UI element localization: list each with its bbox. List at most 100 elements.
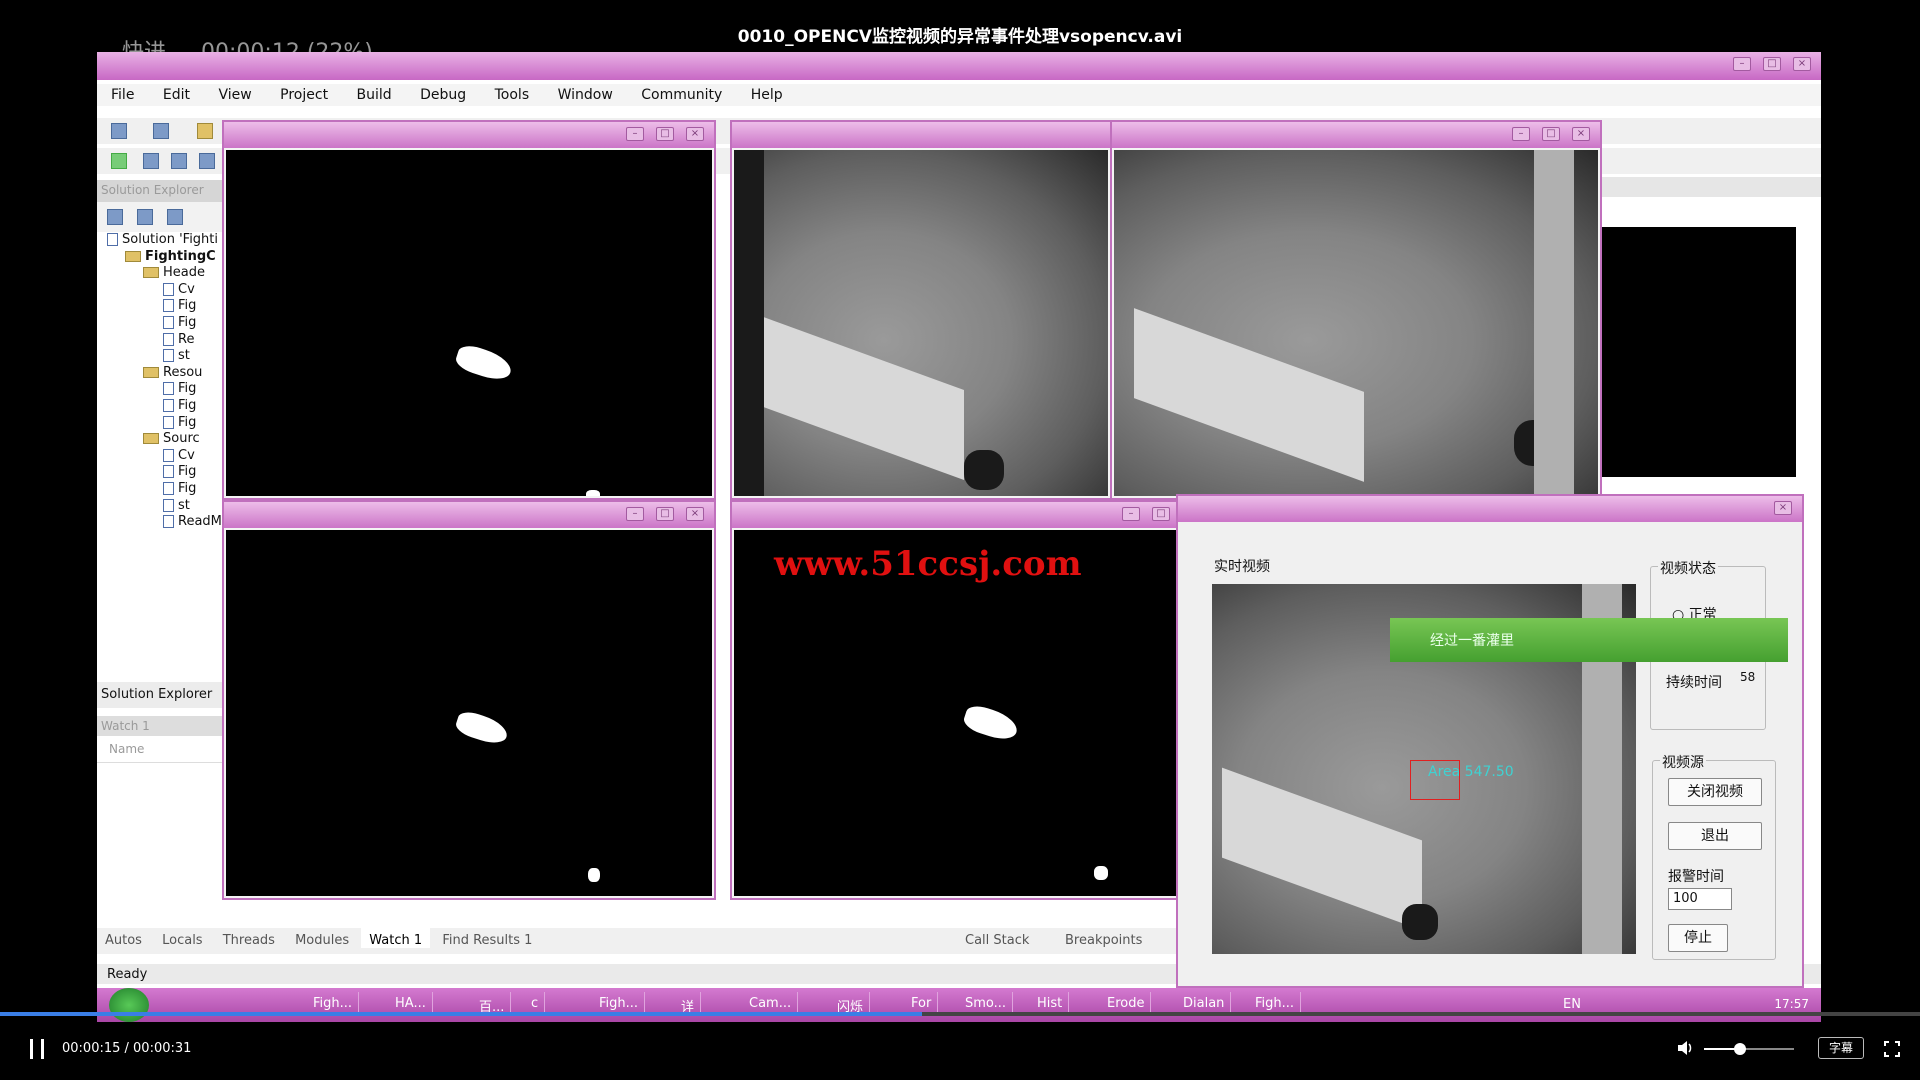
tree-item-folder[interactable]: Sourc xyxy=(143,431,200,446)
foreground-mask-window-3[interactable]: – □ www.51ccsj.com xyxy=(730,500,1182,900)
tree-item-file[interactable]: Fig xyxy=(163,481,196,496)
file-icon xyxy=(163,498,174,512)
tree-item-file[interactable]: Re xyxy=(163,332,194,347)
close-video-button[interactable]: 关闭视频 xyxy=(1668,778,1762,806)
tree-item-file[interactable]: Fig xyxy=(163,415,196,430)
close-icon[interactable]: × xyxy=(686,127,704,141)
tree-item-file[interactable]: Fig xyxy=(163,298,196,313)
mask-image xyxy=(226,150,712,496)
menu-build[interactable]: Build xyxy=(357,87,392,103)
close-icon[interactable]: × xyxy=(1793,57,1811,71)
add-item-icon[interactable] xyxy=(153,123,169,139)
minimize-icon[interactable]: – xyxy=(626,507,644,521)
fullscreen-icon[interactable] xyxy=(1884,1041,1900,1057)
subtitle-button[interactable]: 字幕 xyxy=(1818,1037,1864,1059)
exit-button[interactable]: 退出 xyxy=(1668,822,1762,850)
window-title-bar xyxy=(732,122,1110,148)
volume-knob[interactable] xyxy=(1734,1043,1746,1055)
tree-item-file[interactable]: Fig xyxy=(163,315,196,330)
alarm-time-input[interactable]: 100 xyxy=(1668,888,1732,910)
tab-autos[interactable]: Autos xyxy=(97,928,150,948)
tree-item-file[interactable]: st xyxy=(163,498,190,513)
tree-item-label: st xyxy=(178,497,190,513)
stop-button[interactable]: 停止 xyxy=(1668,924,1728,952)
notification-toast[interactable]: 经过一番灌里 xyxy=(1390,618,1788,662)
tree-item-folder[interactable]: Resou xyxy=(143,365,202,380)
camera-image xyxy=(1114,150,1598,496)
tree-item-project[interactable]: FightingC xyxy=(125,249,216,264)
file-icon xyxy=(163,282,174,296)
tree-item-file[interactable]: Fig xyxy=(163,464,196,479)
tree-item-file[interactable]: ReadM xyxy=(163,514,222,529)
maximize-icon[interactable]: □ xyxy=(1763,57,1781,71)
tree-item-solution[interactable]: Solution 'Fighti xyxy=(107,232,218,247)
tab-modules[interactable]: Modules xyxy=(287,928,357,948)
folder-icon xyxy=(143,267,159,279)
tree-item-label: Fig xyxy=(178,398,197,413)
tree-item-file[interactable]: Cv xyxy=(163,448,195,463)
maximize-icon[interactable]: □ xyxy=(1542,127,1560,141)
close-icon[interactable]: × xyxy=(1774,501,1792,515)
tree-item-label: Cv xyxy=(178,281,195,297)
menu-debug[interactable]: Debug xyxy=(420,87,466,103)
language-indicator[interactable]: EN xyxy=(1563,997,1581,1012)
menu-window[interactable]: Window xyxy=(558,87,613,103)
refresh-icon[interactable] xyxy=(167,209,183,225)
tab-locals[interactable]: Locals xyxy=(154,928,210,948)
minimize-icon[interactable]: – xyxy=(626,127,644,141)
foreground-mask-window-2[interactable]: – □ × xyxy=(222,500,716,900)
menu-community[interactable]: Community xyxy=(641,87,722,103)
restart-icon[interactable] xyxy=(199,153,215,169)
volume-slider[interactable] xyxy=(1704,1043,1794,1055)
monitor-dialog[interactable]: × 实时视频 Area 547.50 视频状态 ○ 正常 持续时间 58 视频源… xyxy=(1176,494,1804,988)
solution-explorer-tab[interactable]: Solution Explorer xyxy=(97,682,222,708)
menu-tools[interactable]: Tools xyxy=(495,87,530,103)
show-all-files-icon[interactable] xyxy=(137,209,153,225)
minimize-icon[interactable]: – xyxy=(1122,507,1140,521)
menu-file[interactable]: File xyxy=(111,87,134,103)
new-project-icon[interactable] xyxy=(111,123,127,139)
tab-call-stack[interactable]: Call Stack xyxy=(957,928,1037,948)
watch-name-column: Name xyxy=(97,736,222,763)
file-icon xyxy=(163,448,174,462)
file-icon xyxy=(163,299,174,313)
tab-threads[interactable]: Threads xyxy=(215,928,283,948)
pause-icon[interactable] xyxy=(28,1039,46,1059)
maximize-icon[interactable]: □ xyxy=(656,127,674,141)
start-button[interactable] xyxy=(109,988,149,1022)
menu-bar: File Edit View Project Build Debug Tools… xyxy=(97,84,1821,106)
open-folder-icon[interactable] xyxy=(197,123,213,139)
tree-item-file[interactable]: Fig xyxy=(163,381,196,396)
tree-item-file[interactable]: Fig xyxy=(163,398,196,413)
close-icon[interactable]: × xyxy=(686,507,704,521)
status-text: Ready xyxy=(107,967,148,982)
menu-project[interactable]: Project xyxy=(280,87,328,103)
tab-breakpoints[interactable]: Breakpoints xyxy=(1057,928,1150,948)
camera-frame-window-2[interactable]: – □ × xyxy=(1110,120,1602,500)
tree-item-label: Fig xyxy=(178,414,197,430)
tab-find-results-1[interactable]: Find Results 1 xyxy=(434,928,540,948)
tab-watch-1[interactable]: Watch 1 xyxy=(361,928,431,948)
tree-item-label: FightingC xyxy=(145,248,216,264)
camera-frame-window-1[interactable] xyxy=(730,120,1112,500)
properties-icon[interactable] xyxy=(107,209,123,225)
volume-icon[interactable] xyxy=(1676,1039,1694,1057)
play-icon[interactable] xyxy=(111,153,127,169)
tree-item-file[interactable]: Cv xyxy=(163,282,195,297)
progress-bar[interactable] xyxy=(0,1012,1920,1016)
menu-view[interactable]: View xyxy=(218,87,251,103)
maximize-icon[interactable]: □ xyxy=(656,507,674,521)
tree-item-folder[interactable]: Heade xyxy=(143,265,205,280)
minimize-icon[interactable]: – xyxy=(1512,127,1530,141)
menu-edit[interactable]: Edit xyxy=(163,87,190,103)
maximize-icon[interactable]: □ xyxy=(1152,507,1170,521)
close-icon[interactable]: × xyxy=(1572,127,1590,141)
progress-fill xyxy=(0,1012,922,1016)
pause-icon[interactable] xyxy=(143,153,159,169)
foreground-mask-window-1[interactable]: – □ × xyxy=(222,120,716,500)
stop-icon[interactable] xyxy=(171,153,187,169)
tree-item-file[interactable]: st xyxy=(163,348,190,363)
tree-item-label: Fig xyxy=(178,315,197,330)
menu-help[interactable]: Help xyxy=(751,87,783,103)
minimize-icon[interactable]: – xyxy=(1733,57,1751,71)
